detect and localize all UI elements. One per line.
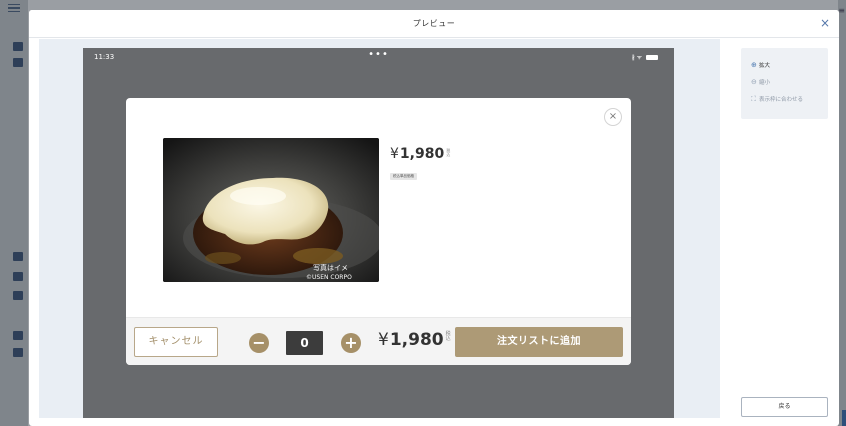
fit-frame-icon: ⛶	[751, 95, 756, 103]
item-photo: 写真はイメ ©USEN CORPO	[163, 138, 379, 282]
photo-caption-line2: ©USEN CORPO	[306, 274, 352, 281]
device-screen: 11:33 ••• ∦ ᯤ × 写真はイメ ©USEN CORPO ¥1,980…	[83, 48, 674, 418]
signal-wifi-icon: ∦ ᯤ	[631, 54, 643, 61]
zoom-out-label: 縮小	[759, 80, 771, 86]
document-icon	[13, 252, 23, 261]
zoom-in-button[interactable]: ⊕ 拡大	[751, 61, 770, 69]
register-icon	[13, 291, 23, 300]
zoom-panel: ⊕ 拡大 ⊖ 縮小 ⛶ 表示枠に合わせる	[741, 48, 828, 119]
background-edge-bar	[842, 410, 846, 426]
chat-icon	[13, 348, 23, 357]
item-detail-modal: × 写真はイメ ©USEN CORPO ¥1,980 税込 税込単品価格 キャン…	[126, 98, 631, 365]
book-icon	[13, 331, 23, 340]
background-edge-glyph: ≡	[838, 6, 845, 15]
status-icons: ∦ ᯤ	[632, 53, 658, 61]
footer-price-value: 1,980	[389, 330, 444, 350]
item-price: ¥1,980 税込	[390, 146, 452, 162]
decrease-quantity-button[interactable]: −	[249, 333, 269, 353]
zoom-out-icon: ⊖	[751, 78, 757, 86]
window-title: プレビュー	[412, 19, 456, 28]
price-yen-symbol: ¥	[390, 146, 399, 162]
quantity-display: 0	[286, 331, 323, 355]
status-dots: •••	[368, 49, 389, 60]
preview-window: プレビュー × 11:33 ••• ∦ ᯤ × 写真はイメ ©USEN CORP…	[29, 10, 839, 426]
price-tag-badge: 税込単品価格	[390, 173, 417, 180]
back-button[interactable]: 戻る	[741, 397, 828, 417]
cancel-button[interactable]: キャンセル	[134, 327, 218, 357]
hamburg-steak-image: 写真はイメ ©USEN CORPO	[163, 138, 379, 282]
menu-icon	[8, 4, 20, 12]
background-side-rail	[0, 0, 28, 426]
fit-to-frame-button[interactable]: ⛶ 表示枠に合わせる	[751, 95, 803, 104]
increase-quantity-button[interactable]: +	[341, 333, 361, 353]
background-right-edge: ≡	[838, 0, 846, 426]
window-header: プレビュー ×	[29, 10, 839, 38]
close-modal-button[interactable]: ×	[604, 108, 622, 126]
tablet-icon	[13, 272, 23, 281]
zoom-out-button[interactable]: ⊖ 縮小	[751, 78, 770, 86]
modal-footer: キャンセル − 0 + ¥1,980 税込 注文リストに追加	[126, 317, 631, 365]
add-to-order-list-button[interactable]: 注文リストに追加	[455, 327, 623, 357]
price-value: 1,980	[399, 146, 445, 162]
grid-icon	[13, 42, 23, 51]
zoom-in-icon: ⊕	[751, 61, 757, 69]
photo-caption-line1: 写真はイメ	[313, 263, 348, 272]
zoom-in-label: 拡大	[759, 63, 771, 69]
tax-label: 税込	[446, 148, 451, 157]
footer-price: ¥1,980 税込	[378, 330, 454, 350]
panel-icon	[13, 58, 23, 67]
footer-tax-label: 税込	[445, 331, 451, 342]
close-window-button[interactable]: ×	[817, 16, 833, 32]
footer-price-yen-symbol: ¥	[378, 330, 389, 350]
fit-to-frame-label: 表示枠に合わせる	[759, 97, 804, 103]
battery-icon	[646, 55, 658, 60]
